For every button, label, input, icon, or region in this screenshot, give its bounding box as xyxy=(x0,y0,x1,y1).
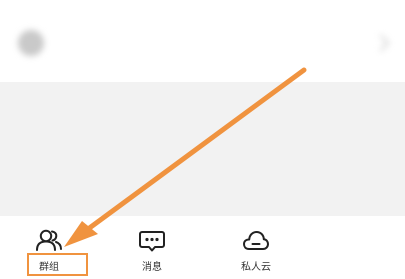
tab-messages-label: 消息 xyxy=(142,262,162,273)
annotation-highlight-box xyxy=(27,253,88,276)
group-users-icon xyxy=(36,229,62,251)
tab-private-cloud[interactable]: 私人云 xyxy=(226,228,286,278)
tab-messages[interactable]: 消息 xyxy=(122,228,182,278)
content-area xyxy=(0,82,405,216)
header-card xyxy=(0,0,405,82)
blurred-settings-row[interactable] xyxy=(10,20,395,66)
private-cloud-icon xyxy=(243,231,269,250)
tab-private-cloud-label: 私人云 xyxy=(241,262,271,273)
settings-circle-icon xyxy=(18,30,44,56)
chevron-right-icon xyxy=(372,34,390,52)
message-chat-icon xyxy=(139,231,165,252)
